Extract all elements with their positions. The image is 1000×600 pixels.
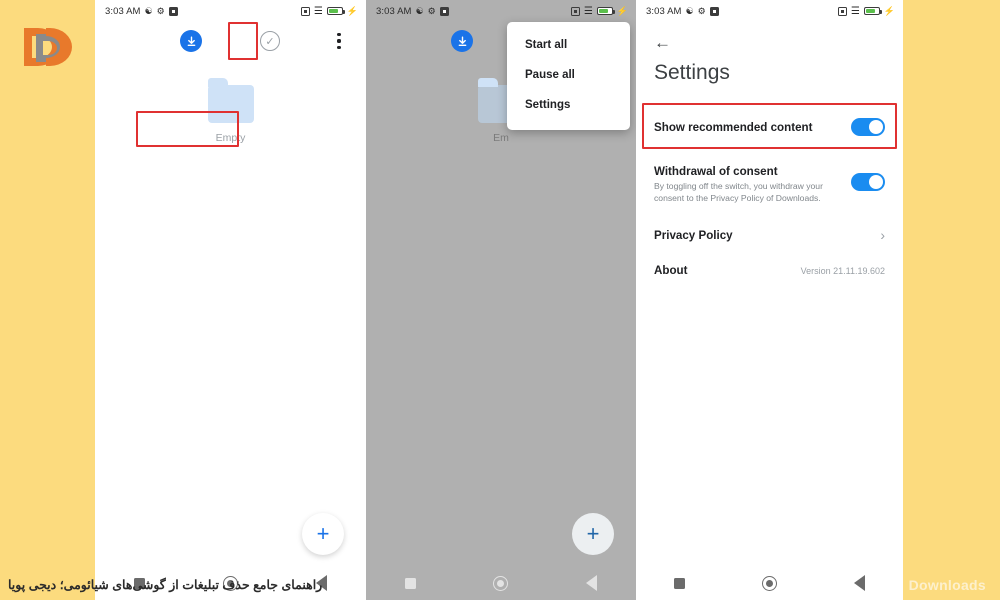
charging-icon: ⚡ — [616, 5, 628, 16]
bluetooth-icon: ☯ — [415, 5, 424, 16]
wifi-icon: ☰ — [850, 5, 860, 17]
system-nav-bar — [636, 566, 903, 600]
back-triangle-icon[interactable] — [586, 575, 598, 591]
app-toolbar: ✓ — [95, 22, 366, 66]
dp-logo-icon — [16, 16, 78, 78]
setting-text: Show recommended content — [654, 121, 851, 134]
add-download-fab[interactable]: + — [572, 513, 614, 555]
status-bar-left: 3:03 AM ☯ ⚙ — [105, 6, 178, 17]
battery-icon — [596, 7, 615, 15]
setting-text: Privacy Policy — [654, 229, 880, 242]
status-bar: 3:03 AM ☯ ⚙ ☰ ⚡ — [366, 0, 636, 22]
charging-icon: ⚡ — [883, 5, 895, 16]
status-bar-left: 3:03 AM ☯ ⚙ — [646, 6, 719, 17]
gear-icon: ⚙ — [697, 5, 706, 16]
setting-row-withdrawal-of-consent[interactable]: Withdrawal of consent By toggling off th… — [636, 165, 903, 204]
check-circle-icon[interactable]: ✓ — [260, 31, 280, 51]
setting-label: About — [654, 264, 688, 278]
menu-item-start-all[interactable]: Start all — [507, 30, 630, 60]
setting-row-about[interactable]: About Version 21.11.19.602 — [636, 264, 903, 277]
overflow-menu-popup: Start all Pause all Settings — [507, 22, 630, 130]
empty-state-label: Empty — [215, 132, 246, 144]
status-bar-right: ☰ ⚡ — [300, 5, 358, 17]
phone-screen-overflow-menu: 3:03 AM ☯ ⚙ ☰ ⚡ Em Start all Pause all S… — [366, 0, 636, 600]
withdrawal-consent-toggle[interactable] — [851, 173, 885, 191]
empty-state: Empty — [95, 78, 366, 144]
bluetooth-icon: ☯ — [685, 5, 694, 16]
phone-screen-downloads-list: 3:03 AM ☯ ⚙ ☰ ⚡ ✓ Empty + — [95, 0, 366, 600]
back-triangle-icon[interactable] — [853, 575, 865, 591]
download-icon[interactable] — [451, 30, 473, 52]
page-title: Settings — [654, 61, 730, 84]
battery-icon — [863, 7, 882, 15]
status-time: 3:03 AM — [105, 5, 141, 17]
no-sim-icon — [837, 6, 847, 16]
sim-icon — [168, 6, 178, 16]
setting-text: Withdrawal of consent By toggling off th… — [654, 165, 851, 204]
empty-state-label: Em — [493, 132, 509, 144]
status-bar-right: ☰ ⚡ — [570, 5, 628, 17]
home-circle-icon[interactable] — [761, 575, 777, 591]
system-nav-bar — [366, 566, 636, 600]
setting-label: Show recommended content — [654, 120, 813, 134]
setting-row-recommended-content[interactable]: Show recommended content — [636, 105, 903, 149]
sim-icon — [439, 6, 449, 16]
status-bar: 3:03 AM ☯ ⚙ ☰ ⚡ — [636, 0, 903, 22]
status-bar-right: ☰ ⚡ — [837, 5, 895, 17]
add-download-fab[interactable]: + — [302, 513, 344, 555]
three-dot-menu-icon[interactable] — [330, 28, 348, 54]
charging-icon: ⚡ — [346, 5, 358, 16]
menu-item-pause-all[interactable]: Pause all — [507, 60, 630, 90]
wifi-icon: ☰ — [583, 5, 593, 17]
recommended-content-toggle[interactable] — [851, 118, 885, 136]
gear-icon: ⚙ — [427, 5, 436, 16]
recents-square-icon[interactable] — [674, 577, 686, 589]
battery-icon — [326, 7, 345, 15]
bluetooth-icon: ☯ — [144, 5, 153, 16]
status-time: 3:03 AM — [376, 5, 412, 17]
no-sim-icon — [570, 6, 580, 16]
setting-text: About — [654, 264, 801, 277]
status-bar: 3:03 AM ☯ ⚙ ☰ ⚡ — [95, 0, 366, 22]
downloads-watermark: Downloads — [908, 577, 986, 593]
status-bar-left: 3:03 AM ☯ ⚙ — [376, 6, 449, 17]
chevron-right-icon: › — [880, 227, 885, 244]
status-time: 3:03 AM — [646, 5, 682, 17]
persian-caption: راهنمای جامع حذف تبلیغات از گوشی‌های شیا… — [8, 578, 323, 592]
sim-icon — [709, 6, 719, 16]
setting-row-privacy-policy[interactable]: Privacy Policy › — [636, 228, 903, 242]
phone-screen-settings: 3:03 AM ☯ ⚙ ☰ ⚡ ← Settings Show recommen… — [636, 0, 903, 600]
wifi-icon: ☰ — [313, 5, 323, 17]
download-icon[interactable] — [180, 30, 202, 52]
gear-icon: ⚙ — [156, 5, 165, 16]
folder-icon — [207, 78, 254, 123]
setting-label: Privacy Policy — [654, 228, 733, 242]
setting-label: Withdrawal of consent — [654, 165, 778, 178]
setting-description: By toggling off the switch, you withdraw… — [654, 181, 823, 203]
no-sim-icon — [300, 6, 310, 16]
recents-square-icon[interactable] — [404, 577, 416, 589]
app-version-value: Version 21.11.19.602 — [800, 265, 885, 276]
menu-item-settings[interactable]: Settings — [507, 90, 630, 120]
screenshot-root: 3:03 AM ☯ ⚙ ☰ ⚡ ✓ Empty + 3:03 AM ☯ ⚙ ☰ … — [0, 0, 1000, 600]
back-arrow-icon[interactable]: ← — [636, 22, 903, 51]
home-circle-icon[interactable] — [493, 575, 509, 591]
